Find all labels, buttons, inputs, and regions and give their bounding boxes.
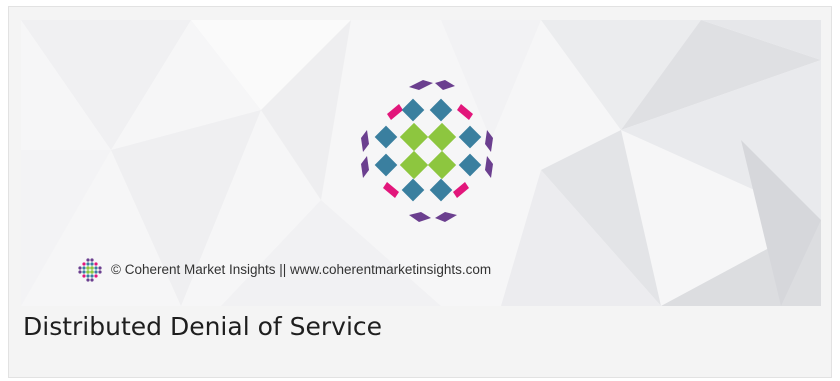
credit-text: © Coherent Market Insights || www.cohere… bbox=[111, 261, 492, 277]
article-card[interactable]: © Coherent Market Insights || www.cohere… bbox=[8, 6, 832, 378]
coherent-market-insights-small-logo-icon bbox=[78, 258, 102, 282]
hero-image: © Coherent Market Insights || www.cohere… bbox=[21, 20, 821, 306]
coherent-market-insights-logo-icon bbox=[361, 80, 493, 222]
article-title[interactable]: Distributed Denial of Service bbox=[23, 312, 382, 341]
image-credit: © Coherent Market Insights || www.cohere… bbox=[77, 256, 491, 282]
